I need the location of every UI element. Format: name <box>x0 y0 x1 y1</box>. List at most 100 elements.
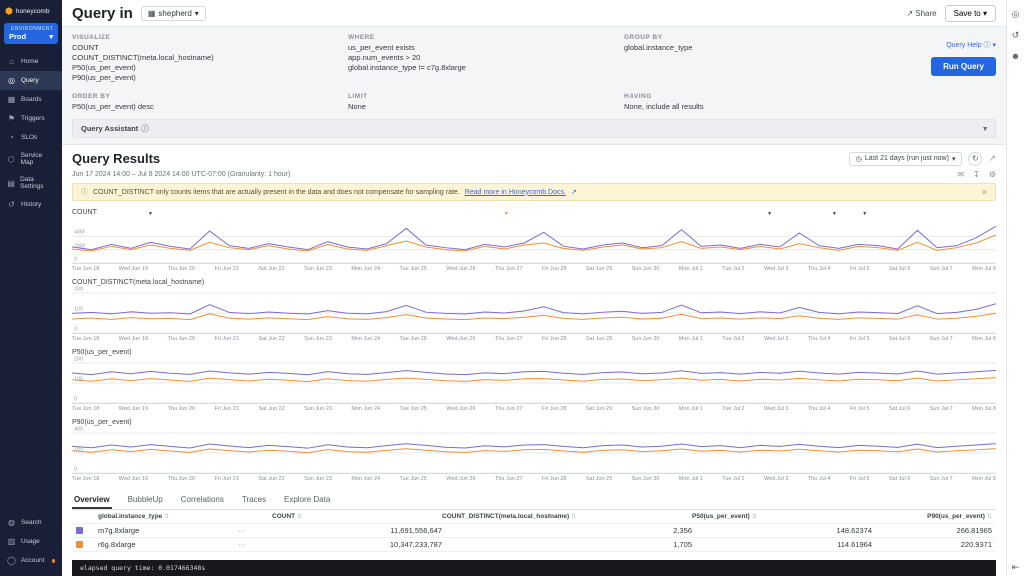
clause-limit[interactable]: LIMITNone <box>348 93 610 112</box>
tab-correlations[interactable]: Correlations <box>179 491 226 509</box>
sidebar-item-account[interactable]: ◯Account <box>0 551 62 570</box>
sidebar-item-boards[interactable]: ▦Boards <box>0 90 62 109</box>
clause-value[interactable]: P50(us_per_event) desc <box>72 102 334 112</box>
sidebar-item-data-settings[interactable]: ▤Data Settings <box>0 171 62 195</box>
deploy-marker-icon[interactable]: ▼ <box>862 212 867 217</box>
clause-group-by[interactable]: GROUP BYglobal.instance_type <box>624 34 886 83</box>
x-axis-tick: Fri Jun 21 <box>214 406 238 412</box>
column-header-instance-type[interactable]: global.instance_type⇅ <box>98 513 238 520</box>
x-axis-tick: Mon Jul 8 <box>972 336 996 342</box>
sort-icon[interactable]: ⇅ <box>752 514 757 520</box>
tab-traces[interactable]: Traces <box>240 491 268 509</box>
query-help-link[interactable]: Query Help ⓘ ▾ <box>946 42 996 49</box>
x-axis-tick: Sat Jul 6 <box>889 266 910 272</box>
sidebar-item-home[interactable]: ⌂Home <box>0 52 62 71</box>
column-header-p90-us-per-event-[interactable]: P90(us_per_event)⇅ <box>872 513 992 520</box>
clause-where[interactable]: WHEREus_per_event existsapp.num_events >… <box>348 34 610 83</box>
query-assistant-bar[interactable]: Query Assistant ⓘ ▾ <box>72 119 996 138</box>
clause-order-by[interactable]: ORDER BY P50(us_per_event) desc <box>72 93 334 112</box>
x-axis-tick: Tue Jul 2 <box>722 406 744 412</box>
deploy-marker-icon[interactable]: ▼ <box>767 212 772 217</box>
deploy-marker-icon[interactable]: ▼ <box>504 212 509 217</box>
team-icon[interactable]: ☻ <box>1011 52 1020 61</box>
share-button[interactable]: ↗ Share <box>906 9 936 18</box>
chart-plot[interactable]: 40M20M0▼▼▼▼▼ <box>72 219 996 264</box>
chevron-down-icon: ▾ <box>952 155 956 163</box>
comment-icon[interactable]: ✉ <box>957 170 964 179</box>
x-axis-tick: Tue Jun 18 <box>72 476 99 482</box>
clause-value[interactable]: global.instance_type <box>624 43 886 53</box>
x-axis-tick: Sun Jun 23 <box>304 406 332 412</box>
clause-value[interactable]: COUNT <box>72 43 334 53</box>
clause-value[interactable]: P50(us_per_event) <box>72 63 334 73</box>
dataset-selector[interactable]: ▦ shepherd ▾ <box>141 6 206 21</box>
sort-icon[interactable]: ⇅ <box>164 514 169 520</box>
chart-plot[interactable]: 2001000 <box>72 359 996 404</box>
x-axis-tick: Mon Jun 24 <box>351 266 380 272</box>
x-axis-tick: Fri Jun 21 <box>214 266 238 272</box>
sort-icon[interactable]: ⇅ <box>987 514 992 520</box>
clause-value[interactable]: None <box>348 102 610 112</box>
clause-label: VISUALIZE <box>72 34 334 41</box>
deploy-marker-icon[interactable]: ▼ <box>832 212 837 217</box>
results-title: Query Results <box>72 151 160 166</box>
table-row[interactable]: m7g.8xlarge⋯11,691,556,6472,356148.62374… <box>72 524 996 538</box>
clause-value[interactable]: us_per_event exists <box>348 43 610 53</box>
x-axis-tick: Sat Jun 22 <box>258 406 284 412</box>
run-query-button[interactable]: Run Query <box>931 57 996 76</box>
column-header-count[interactable]: COUNT⇅ <box>272 513 442 520</box>
row-menu-icon[interactable]: ⋯ <box>238 540 272 549</box>
column-header-count-distinct-meta-local-hostname-[interactable]: COUNT_DISTINCT(meta.local_hostname)⇅ <box>442 513 692 520</box>
time-range-selector[interactable]: ◷ Last 21 days (run just now) ▾ <box>849 152 963 166</box>
sidebar-item-history[interactable]: ↺History <box>0 195 62 214</box>
chart-plot[interactable]: 2001000 <box>72 289 996 334</box>
clause-label: ORDER BY <box>72 93 334 100</box>
clause-visualize[interactable]: VISUALIZE COUNTCOUNT_DISTINCT(meta.local_… <box>72 34 334 83</box>
clause-label: HAVING <box>624 93 886 100</box>
close-icon[interactable]: × <box>982 187 987 197</box>
save-to-button[interactable]: Save to ▾ <box>945 5 996 22</box>
sidebar-item-service-map[interactable]: ⬡Service Map <box>0 147 62 171</box>
warning-text: COUNT_DISTINCT only counts items that ar… <box>93 189 460 196</box>
clause-having[interactable]: HAVING None, include all results <box>624 93 886 112</box>
tab-explore-data[interactable]: Explore Data <box>282 491 332 509</box>
y-axis-tick: 0 <box>74 328 77 334</box>
x-axis-tick: Mon Jul 1 <box>679 476 703 482</box>
sidebar-item-query[interactable]: ◎Query <box>0 71 62 90</box>
gear-icon[interactable]: ⚙ <box>989 170 996 179</box>
metric-value-cell: 1,705 <box>442 540 692 549</box>
x-axis-tick: Wed Jun 19 <box>119 476 148 482</box>
collapse-panel-icon[interactable]: ⇤ <box>1012 563 1020 572</box>
sidebar-item-triggers[interactable]: ⚑Triggers <box>0 109 62 128</box>
share-results-icon[interactable]: ↗ <box>988 153 996 164</box>
refresh-button[interactable]: ↻ <box>968 152 982 166</box>
chart-plot[interactable]: 4002000 <box>72 429 996 474</box>
activity-history-icon[interactable]: ↺ <box>1012 31 1020 40</box>
tab-bubbleup[interactable]: BubbleUp <box>126 491 165 509</box>
app-window: ⬢ honeycomb ENVIRONMENT Prod ▾ ⌂Home◎Que… <box>0 0 1024 576</box>
sidebar-item-label: Data Settings <box>20 176 55 190</box>
clause-value[interactable]: None, include all results <box>624 102 886 112</box>
sort-icon[interactable]: ⇅ <box>571 514 576 520</box>
sidebar-item-search[interactable]: ◍Search <box>0 513 62 532</box>
clause-value[interactable]: app.num_events > 20 <box>348 53 610 63</box>
column-header-p50-us-per-event-[interactable]: P50(us_per_event)⇅ <box>692 513 872 520</box>
clause-value[interactable]: COUNT_DISTINCT(meta.local_hostname) <box>72 53 334 63</box>
environment-switcher[interactable]: ENVIRONMENT Prod ▾ <box>4 23 58 44</box>
sort-icon[interactable]: ⇅ <box>297 514 302 520</box>
x-axis-tick: Tue Jun 18 <box>72 266 99 272</box>
tab-overview[interactable]: Overview <box>72 491 112 509</box>
clause-value[interactable]: P90(us_per_event) <box>72 73 334 83</box>
table-row[interactable]: r6g.8xlarge⋯10,347,233,7871,705114.61964… <box>72 538 996 552</box>
x-axis-tick: Thu Jun 20 <box>167 336 195 342</box>
help-icon[interactable]: ◎ <box>1012 10 1020 19</box>
download-icon[interactable]: ↧ <box>973 170 980 179</box>
sidebar-item-usage[interactable]: ▥Usage <box>0 532 62 551</box>
docs-link[interactable]: Read more in Honeycomb Docs. <box>465 189 566 196</box>
deploy-marker-icon[interactable]: ▼ <box>148 212 153 217</box>
clause-value[interactable]: global.instance_type != c7g.8xlarge <box>348 63 610 73</box>
x-axis-tick: Mon Jul 1 <box>679 336 703 342</box>
sidebar-item-slos[interactable]: ◔SLOs <box>0 128 62 147</box>
x-axis-tick: Thu Jun 27 <box>495 476 523 482</box>
row-menu-icon[interactable]: ⋯ <box>238 526 272 535</box>
